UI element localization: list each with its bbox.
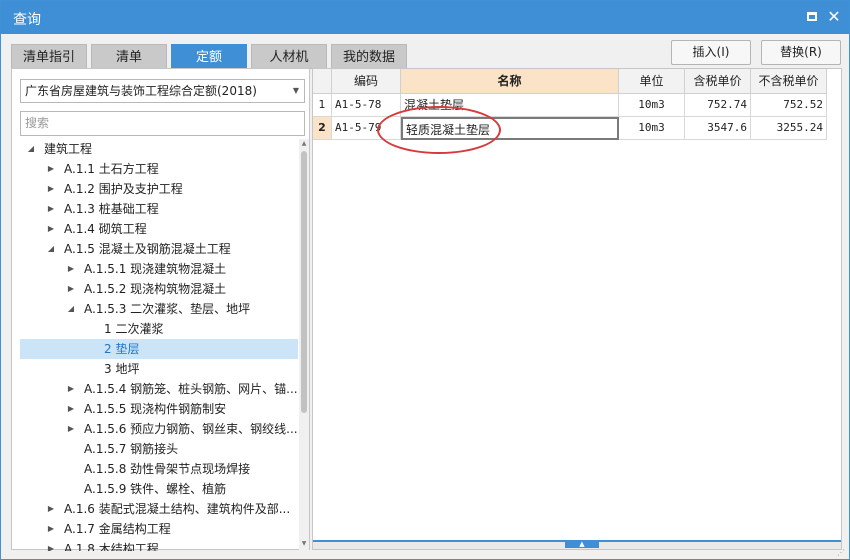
notax-price-cell[interactable]: 752.52 bbox=[751, 94, 827, 117]
tree-node-label: A.1.1 土石方工程 bbox=[64, 162, 159, 176]
header-tax-price[interactable]: 含税单价 bbox=[685, 69, 751, 94]
unit-cell[interactable]: 10m3 bbox=[619, 94, 685, 117]
tree-node-label: A.1.8 木结构工程 bbox=[64, 542, 159, 551]
expand-arrow-icon[interactable]: ▶ bbox=[46, 539, 56, 551]
tree-node[interactable]: 1 二次灌浆 bbox=[20, 319, 298, 339]
scroll-thumb[interactable] bbox=[301, 151, 307, 413]
tree-node-label: A.1.6 装配式混凝土结构、建筑构件及部... bbox=[64, 502, 291, 516]
tree-node-label: A.1.5.4 钢筋笼、桩头钢筋、网片、锚... bbox=[84, 382, 298, 396]
tree-node[interactable]: ▶ A.1.8 木结构工程 bbox=[20, 539, 298, 551]
scroll-down-icon[interactable]: ▼ bbox=[299, 539, 309, 549]
tree-node-label: A.1.5.6 预应力钢筋、钢丝束、钢绞线... bbox=[84, 422, 298, 436]
tree-node[interactable]: ▶ A.1.5.1 现浇建筑物混凝土 bbox=[20, 259, 298, 279]
tab-quota[interactable]: 定额 bbox=[171, 44, 247, 69]
search-input[interactable]: 搜索 bbox=[20, 111, 305, 136]
tree-node[interactable]: ▶ A.1.5.5 现浇构件钢筋制安 bbox=[20, 399, 298, 419]
tree-node[interactable]: 3 地坪 bbox=[20, 359, 298, 379]
tree-node-label: A.1.5 混凝土及钢筋混凝土工程 bbox=[64, 242, 231, 256]
tree-node[interactable]: A.1.5.7 钢筋接头 bbox=[20, 439, 298, 459]
expand-arrow-icon[interactable]: ▶ bbox=[66, 379, 76, 399]
notax-price-cell[interactable]: 3255.24 bbox=[751, 117, 827, 140]
tree-node-label: A.1.4 砌筑工程 bbox=[64, 222, 147, 236]
tree-node[interactable]: ◢ 建筑工程 bbox=[20, 139, 298, 159]
expand-arrow-icon[interactable]: ▶ bbox=[46, 519, 56, 539]
tab-my-data[interactable]: 我的数据 bbox=[331, 44, 407, 69]
expand-arrow-icon[interactable]: ▶ bbox=[46, 219, 56, 239]
replace-button[interactable]: 替换(R) bbox=[761, 40, 841, 65]
tree-node-label: A.1.5.8 劲性骨架节点现场焊接 bbox=[84, 462, 251, 476]
header-notax-price[interactable]: 不含税单价 bbox=[751, 69, 827, 94]
tree-node-label: A.1.2 围护及支护工程 bbox=[64, 182, 183, 196]
grid-header: 编码 名称 单位 含税单价 不含税单价 bbox=[313, 69, 843, 94]
splitter-bar[interactable]: ▲ bbox=[313, 540, 841, 549]
tab-labor-material[interactable]: 人材机 bbox=[251, 44, 327, 69]
tree-node[interactable]: ▶ A.1.3 桩基础工程 bbox=[20, 199, 298, 219]
expand-arrow-icon[interactable]: ▶ bbox=[46, 499, 56, 519]
resize-grip-icon[interactable]: ⋰ bbox=[837, 548, 847, 558]
expand-arrow-icon[interactable]: ▶ bbox=[66, 279, 76, 299]
header-rownum bbox=[313, 69, 332, 94]
tree-node[interactable]: ▶ A.1.1 土石方工程 bbox=[20, 159, 298, 179]
expand-arrow-icon[interactable]: ▶ bbox=[66, 399, 76, 419]
collapse-arrow-icon[interactable]: ◢ bbox=[46, 239, 56, 259]
query-dialog: 查询 ✕ 清单指引 清单 定额 人材机 我的数据 插入(I) 替换(R) 广东省… bbox=[0, 0, 850, 560]
tree-node-label: A.1.7 金属结构工程 bbox=[64, 522, 171, 536]
tree-node[interactable]: ▶ A.1.5.2 现浇构筑物混凝土 bbox=[20, 279, 298, 299]
tree-node[interactable]: ▶ A.1.2 围护及支护工程 bbox=[20, 179, 298, 199]
expand-arrow-icon[interactable]: ▶ bbox=[46, 199, 56, 219]
collapse-arrow-icon[interactable]: ◢ bbox=[66, 299, 76, 319]
expand-arrow-icon[interactable]: ▶ bbox=[66, 259, 76, 279]
tree-node[interactable]: ▶ A.1.5.4 钢筋笼、桩头钢筋、网片、锚... bbox=[20, 379, 298, 399]
tree-node[interactable]: ◢ A.1.5.3 二次灌浆、垫层、地坪 bbox=[20, 299, 298, 319]
row-number: 1 bbox=[313, 94, 332, 117]
quota-library-select[interactable]: 广东省房屋建筑与装饰工程综合定额(2018) ▼ bbox=[20, 79, 305, 103]
red-circle-annotation bbox=[377, 106, 501, 154]
expand-arrow-icon[interactable]: ▶ bbox=[46, 159, 56, 179]
tree-node[interactable]: ◢ A.1.5 混凝土及钢筋混凝土工程 bbox=[20, 239, 298, 259]
title-bar: 查询 ✕ bbox=[1, 1, 849, 34]
dialog-title: 查询 bbox=[13, 12, 41, 28]
tree-node[interactable]: ▶ A.1.4 砌筑工程 bbox=[20, 219, 298, 239]
table-row[interactable]: 1 A1-5-78 混凝土垫层 10m3 752.74 752.52 bbox=[313, 94, 827, 117]
tree-node-label: A.1.5.9 铁件、螺栓、植筋 bbox=[84, 482, 227, 496]
tree-node-label: A.1.5.3 二次灌浆、垫层、地坪 bbox=[84, 302, 251, 316]
tree-node[interactable]: ▶ A.1.5.6 预应力钢筋、钢丝束、钢绞线... bbox=[20, 419, 298, 439]
header-unit[interactable]: 单位 bbox=[619, 69, 685, 94]
tab-bill-guide[interactable]: 清单指引 bbox=[11, 44, 87, 69]
tree-node-label: A.1.5.7 钢筋接头 bbox=[84, 442, 179, 456]
tax-price-cell[interactable]: 752.74 bbox=[685, 94, 751, 117]
row-number: 2 bbox=[313, 117, 332, 140]
tax-price-cell[interactable]: 3547.6 bbox=[685, 117, 751, 140]
quota-tree-panel: 广东省房屋建筑与装饰工程综合定额(2018) ▼ 搜索 ◢ 建筑工程 ▶ A.1.1 … bbox=[11, 68, 310, 551]
tree-node-label: A.1.5.2 现浇构筑物混凝土 bbox=[84, 282, 227, 296]
tree-node[interactable]: ▶ A.1.7 金属结构工程 bbox=[20, 519, 298, 539]
tree-node-label: A.1.5.5 现浇构件钢筋制安 bbox=[84, 402, 227, 416]
header-name[interactable]: 名称 bbox=[401, 69, 619, 94]
collapse-arrow-icon[interactable]: ◢ bbox=[26, 139, 36, 159]
close-icon[interactable]: ✕ bbox=[827, 9, 841, 25]
expand-arrow-icon[interactable]: ▶ bbox=[46, 179, 56, 199]
quota-tree: ◢ 建筑工程 ▶ A.1.1 土石方工程 ▶ A.1.2 围护及支护工程 ▶ A.1.3 桩基… bbox=[12, 139, 299, 551]
tree-scrollbar[interactable]: ▲ ▼ bbox=[299, 139, 309, 551]
expand-up-icon[interactable]: ▲ bbox=[565, 540, 599, 548]
tab-bill[interactable]: 清单 bbox=[91, 44, 167, 69]
tree-node-label: A.1.5.1 现浇建筑物混凝土 bbox=[84, 262, 227, 276]
maximize-icon[interactable] bbox=[805, 10, 819, 24]
tree-node[interactable]: ▶ A.1.6 装配式混凝土结构、建筑构件及部... bbox=[20, 499, 298, 519]
expand-arrow-icon[interactable]: ▶ bbox=[66, 419, 76, 439]
tree-node[interactable]: 2 垫层 bbox=[20, 339, 298, 359]
chevron-down-icon: ▼ bbox=[292, 86, 299, 95]
unit-cell[interactable]: 10m3 bbox=[619, 117, 685, 140]
insert-button[interactable]: 插入(I) bbox=[671, 40, 751, 65]
tree-node-label: 建筑工程 bbox=[44, 142, 93, 156]
scroll-up-icon[interactable]: ▲ bbox=[299, 139, 309, 149]
tree-node-label: 2 垫层 bbox=[104, 342, 140, 356]
tree-node-label: A.1.3 桩基础工程 bbox=[64, 202, 159, 216]
tree-node[interactable]: A.1.5.9 铁件、螺栓、植筋 bbox=[20, 479, 298, 499]
tree-node-label: 3 地坪 bbox=[104, 362, 140, 376]
quota-library-value: 广东省房屋建筑与装饰工程综合定额(2018) bbox=[25, 84, 257, 98]
header-code[interactable]: 编码 bbox=[332, 69, 401, 94]
tree-node-label: 1 二次灌浆 bbox=[104, 322, 164, 336]
tree-node[interactable]: A.1.5.8 劲性骨架节点现场焊接 bbox=[20, 459, 298, 479]
